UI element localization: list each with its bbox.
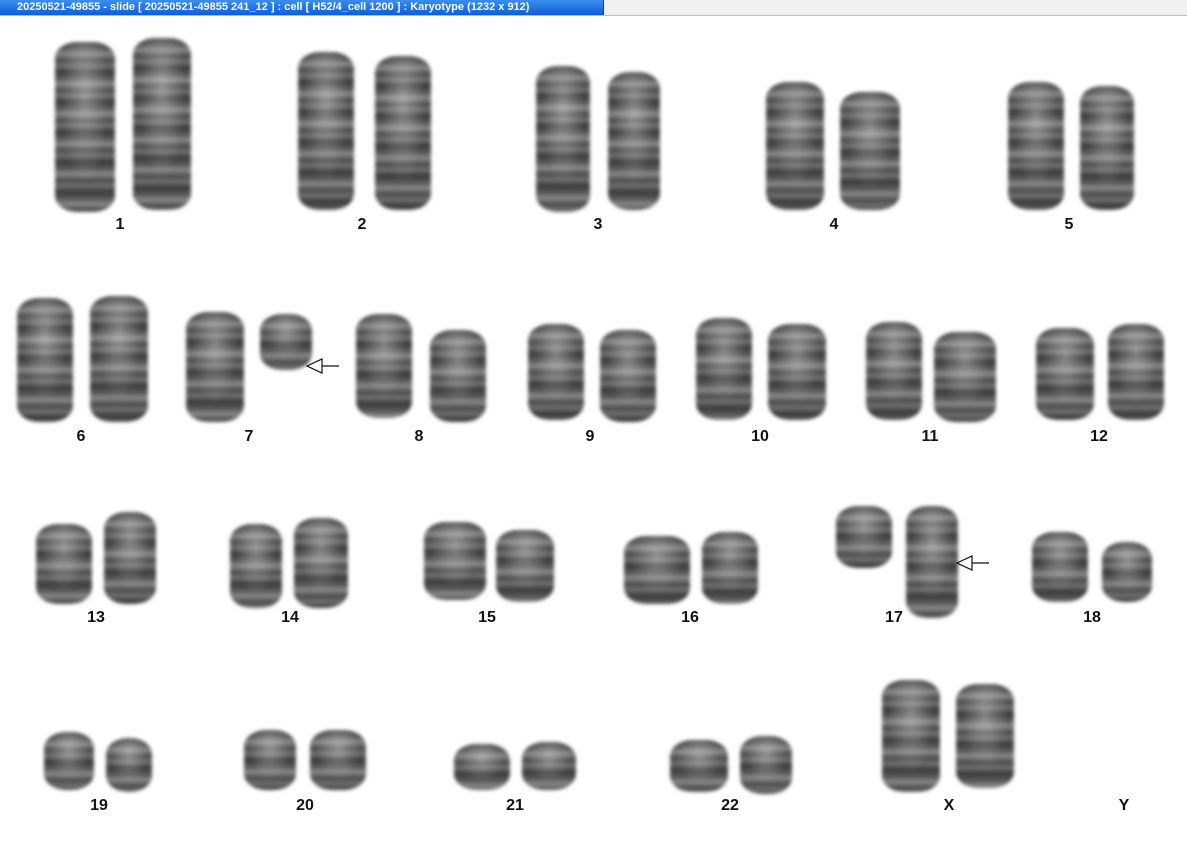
chromosome-21-a[interactable] (454, 744, 510, 790)
chromosome-21-b[interactable] (522, 742, 576, 790)
chromosome-label-21: 21 (506, 797, 524, 814)
title-bar: 20250521-49855 - slide [ 20250521-49855 … (0, 0, 1187, 16)
chromosome-14-a[interactable] (230, 524, 282, 608)
chromosome-18-a[interactable] (1032, 532, 1088, 602)
chromosome-12-b[interactable] (1108, 324, 1164, 420)
chromosome-6-b[interactable] (90, 296, 148, 422)
chromosome-8-b[interactable] (430, 330, 486, 422)
chromosome-label-19: 19 (90, 797, 108, 814)
chromosome-3-b[interactable] (608, 72, 660, 210)
chromosome-1-a[interactable] (55, 42, 115, 212)
chromosome-4-a[interactable] (766, 82, 824, 210)
chromosome-17-a[interactable] (836, 506, 892, 568)
chromosome-9-b[interactable] (600, 330, 656, 422)
chromosome-8-a[interactable] (356, 314, 412, 418)
window-tab[interactable]: 20250521-49855 - slide [ 20250521-49855 … (0, 0, 604, 15)
chromosome-label-12: 12 (1090, 428, 1108, 445)
chromosome-label-11: 11 (921, 428, 939, 445)
chromosome-label-10: 10 (751, 428, 769, 445)
chromosome-label-15: 15 (478, 609, 496, 626)
chromosome-label-5: 5 (1064, 216, 1074, 233)
chromosome-label-1: 1 (115, 216, 125, 233)
chromosome-label-22: 22 (721, 797, 739, 814)
chromosome-label-18: 18 (1083, 609, 1101, 626)
chromosome-11-a[interactable] (866, 322, 922, 420)
chromosome-5-b[interactable] (1080, 86, 1134, 210)
chromosome-label-9: 9 (585, 428, 595, 445)
chromosome-label-16: 16 (681, 609, 699, 626)
chromosome-1-b[interactable] (133, 38, 191, 210)
chromosome-7-a[interactable] (186, 312, 244, 422)
chromosome-5-a[interactable] (1008, 82, 1064, 210)
chromosome-16-a[interactable] (624, 536, 690, 604)
chromosome-label-x: X (943, 797, 955, 814)
chromosome-label-4: 4 (829, 216, 839, 233)
chromosome-13-a[interactable] (36, 524, 92, 604)
chromosome-x-a[interactable] (882, 680, 940, 792)
chromosome-13-b[interactable] (104, 512, 156, 604)
chromosome-4-b[interactable] (840, 92, 900, 210)
chromosome-17-b[interactable] (906, 506, 958, 618)
chromosome-label-13: 13 (87, 609, 105, 626)
chromosome-10-a[interactable] (696, 318, 752, 420)
chromosome-19-b[interactable] (106, 738, 152, 792)
chromosome-9-a[interactable] (528, 324, 584, 420)
chromosome-label-7: 7 (244, 428, 254, 445)
chromosome-label-20: 20 (296, 797, 314, 814)
chromosome-label-6: 6 (76, 428, 86, 445)
chromosome-2-a[interactable] (298, 52, 354, 210)
chromosome-label-8: 8 (414, 428, 424, 445)
chromosome-18-b[interactable] (1102, 542, 1152, 602)
arrow-left-icon (306, 358, 339, 374)
chromosome-15-b[interactable] (496, 530, 554, 602)
chromosome-label-2: 2 (357, 216, 367, 233)
chromosome-label-17: 17 (885, 609, 903, 626)
chromosome-16-b[interactable] (702, 532, 758, 604)
chromosome-7-b[interactable] (260, 314, 312, 370)
chromosome-12-a[interactable] (1036, 328, 1094, 420)
chromosome-22-a[interactable] (670, 740, 728, 792)
chromosome-2-b[interactable] (375, 56, 431, 210)
chromosome-label-y: Y (1118, 797, 1130, 814)
chromosome-14-b[interactable] (294, 518, 348, 608)
chromosome-20-a[interactable] (244, 730, 296, 790)
arrow-left-icon (956, 555, 989, 571)
chromosome-6-a[interactable] (17, 298, 73, 422)
chromosome-20-b[interactable] (310, 730, 366, 790)
chromosome-15-a[interactable] (424, 522, 486, 600)
chromosome-label-14: 14 (281, 609, 299, 626)
chromosome-19-a[interactable] (44, 732, 94, 790)
chromosome-22-b[interactable] (740, 736, 792, 794)
chromosome-3-a[interactable] (536, 66, 590, 212)
chromosome-11-b[interactable] (934, 332, 996, 422)
chromosome-label-3: 3 (593, 216, 603, 233)
chromosome-x-b[interactable] (956, 684, 1014, 788)
chromosome-10-b[interactable] (768, 324, 826, 420)
